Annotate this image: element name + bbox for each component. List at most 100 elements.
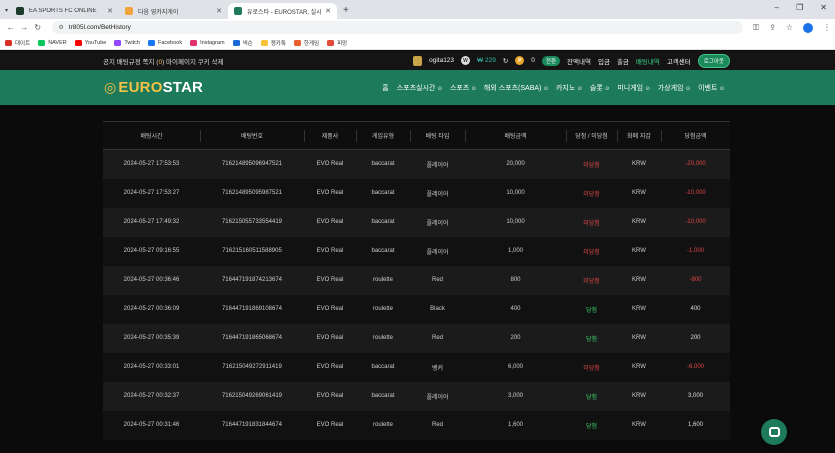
tab-close-icon[interactable]: ✕ [107, 7, 113, 15]
result-cell: 미당첨 [566, 352, 617, 382]
support-link[interactable]: 고객센터 [667, 56, 691, 66]
bookmark-item[interactable]: Facebook [147, 39, 183, 46]
payout-cell: -20,000 [661, 149, 730, 179]
bet-time-cell: 2024-05-27 09:16:55 [103, 236, 200, 266]
menu-slot[interactable]: 슬롯 ⊙ [590, 83, 609, 93]
main-navbar: ◎ EURO STAR 홈 스포츠실시간 ⊙ 스포츠 ⊙ 해외 스포츠(SABA)… [0, 70, 835, 105]
bet-time-cell: 2024-05-27 17:53:53 [103, 149, 200, 179]
main-menu: 홈 스포츠실시간 ⊙ 스포츠 ⊙ 해외 스포츠(SABA) ⊙ 카지노 ⊙ 슬롯… [382, 70, 724, 105]
payout-cell: 3,000 [661, 381, 730, 411]
bookmark-item[interactable]: Twitch [114, 39, 140, 46]
bookmark-item[interactable]: 한게임 [293, 39, 320, 47]
menu-live-sports[interactable]: 스포츠실시간 ⊙ [397, 83, 442, 93]
wallet-cell: KRW [617, 410, 661, 440]
menu-home[interactable]: 홈 [382, 83, 388, 93]
game-type-cell: baccarat [356, 352, 410, 382]
menu-dots-icon[interactable]: ⋮ [823, 23, 831, 32]
vendor-cell: EVO Real [304, 207, 356, 237]
bookmark-item[interactable]: 피망 [327, 39, 347, 47]
chat-button[interactable] [761, 419, 787, 445]
tab-close-icon[interactable]: ✕ [216, 7, 222, 15]
logout-button[interactable]: 로그아웃 [697, 53, 730, 68]
back-icon[interactable]: ← [4, 23, 17, 32]
menu-casino[interactable]: 카지노 ⊙ [556, 83, 582, 93]
bookmark-item[interactable]: NAVER [38, 39, 67, 46]
share-icon[interactable]: ⇪ [769, 23, 776, 32]
bet-history-link[interactable]: 배팅내역 [636, 56, 660, 66]
column-header: 제품사 [304, 121, 356, 150]
menu-label: 이벤트 [698, 84, 718, 92]
game-type-cell: baccarat [356, 149, 410, 179]
menu-virtual-game[interactable]: 가상게임 ⊙ [658, 83, 690, 93]
chevron-down-icon: ⊙ [576, 85, 582, 92]
refresh-icon[interactable]: ↻ [503, 57, 508, 65]
menu-label: 슬롯 [589, 84, 603, 92]
site-top-bar: 공지 배팅규정 쪽지 (0) 마이페이지 쿠키 삭제 ogita123 W ₩ … [0, 51, 835, 70]
bet-history-page: 배팅시간 배팅번호 제품사 게임유형 배팅 타입 배팅금액 당첨 / 미당첨 화… [0, 105, 835, 453]
bookmark-item[interactable]: Instagram [190, 39, 225, 46]
bet-amount-cell: 3,000 [465, 381, 566, 411]
balance-history-link[interactable]: 잔액내역 [567, 56, 591, 66]
payout-cell: -1,000 [661, 236, 730, 266]
message-link[interactable]: 쪽지 ( [143, 59, 159, 66]
column-header: 배팅금액 [465, 121, 566, 150]
reload-icon[interactable]: ↻ [31, 23, 44, 32]
bet-time-cell: 2024-05-27 00:35:39 [103, 323, 200, 353]
vendor-cell: EVO Real [304, 323, 356, 353]
url-input[interactable]: ⚙ tr805l.com/BetHistory [52, 21, 744, 34]
payout-cell: 400 [661, 294, 730, 324]
deposit-link[interactable]: 입금 [598, 56, 610, 66]
bookmark-label: 한게임 [303, 40, 320, 47]
menu-label: 스포츠실시간 [396, 84, 436, 92]
new-tab-icon[interactable]: + [343, 5, 349, 16]
bookmark-item[interactable]: 넥슨 [232, 39, 253, 47]
mypage-links[interactable]: ) 마이페이지 쿠키 삭제 [162, 59, 223, 66]
vendor-cell: EVO Real [304, 352, 356, 382]
table-row: 2024-05-27 00:36:46 716447191874213674 EVO… [103, 265, 730, 295]
browser-tab-2[interactable]: 다음 영카지게이 ✕ [119, 3, 228, 19]
notice-text[interactable]: 공지 배팅규정 [103, 59, 143, 66]
vendor-cell: EVO Real [304, 149, 356, 179]
bookmark-item[interactable]: 대이트 [5, 39, 30, 47]
profile-avatar[interactable] [803, 22, 814, 33]
result-cell: 당첨 [566, 381, 617, 411]
site-logo[interactable]: ◎ EURO STAR [104, 79, 203, 96]
bookmark-label: Facebook [157, 39, 183, 46]
forward-icon[interactable]: → [17, 23, 30, 32]
result-cell: 미당첨 [566, 178, 617, 208]
payout-cell: 1,600 [661, 410, 730, 440]
browser-tab-3[interactable]: 유로스타 - EUROSTAR, 실시간 ✕ [228, 3, 338, 19]
menu-event[interactable]: 이벤트 ⊙ [698, 83, 724, 93]
withdraw-link[interactable]: 출금 [617, 56, 629, 66]
column-header: 배팅번호 [200, 121, 304, 150]
close-window-icon[interactable]: ✕ [820, 3, 827, 12]
user-area: ogita123 W ₩ 229 ↻ P 0 전환 잔액내역 입금 출금 배팅내… [413, 51, 730, 70]
notice-links[interactable]: 공지 배팅규정 쪽지 (0) 마이페이지 쿠키 삭제 [103, 56, 223, 66]
menu-saba-sports[interactable]: 해외 스포츠(SABA) ⊙ [484, 83, 548, 93]
tab-search-icon[interactable]: ▾ [5, 7, 8, 14]
bookmark-item[interactable]: 쟁카톡 [260, 39, 286, 47]
key-icon[interactable]: ⚿ [753, 23, 759, 33]
maximize-icon[interactable]: ❐ [796, 3, 803, 12]
tab-close-icon[interactable]: ✕ [325, 7, 331, 15]
browser-tab-1[interactable]: EA SPORTS FC ONLINE ✕ [10, 3, 119, 19]
bookmark-item[interactable]: YouTube [74, 39, 106, 46]
payout-cell: -800 [661, 265, 730, 295]
column-header: 당첨 / 미당첨 [566, 121, 617, 150]
game-type-cell: baccarat [356, 178, 410, 208]
minimize-icon[interactable]: – [775, 3, 779, 12]
bookmark-label: 쟁카톡 [270, 40, 286, 47]
site-info-icon[interactable]: ⚙ [58, 24, 63, 31]
game-type-cell: baccarat [356, 236, 410, 266]
tab-title: EA SPORTS FC ONLINE [29, 8, 97, 14]
menu-minigame[interactable]: 미니게임 ⊙ [617, 83, 649, 93]
column-header: 배팅시간 [103, 121, 200, 150]
convert-button[interactable]: 전환 [541, 55, 561, 66]
tab-favicon [16, 7, 25, 15]
bet-type-cell: Red [410, 265, 465, 295]
bookmark-star-icon[interactable]: ☆ [786, 23, 793, 32]
bookmark-icon [293, 39, 301, 46]
menu-sports[interactable]: 스포츠 ⊙ [450, 83, 476, 93]
game-type-cell: baccarat [356, 207, 410, 237]
address-bar-row: ← → ↻ ⚙ tr805l.com/BetHistory ⚿ ⇪ ☆ ⋮ [0, 19, 835, 36]
